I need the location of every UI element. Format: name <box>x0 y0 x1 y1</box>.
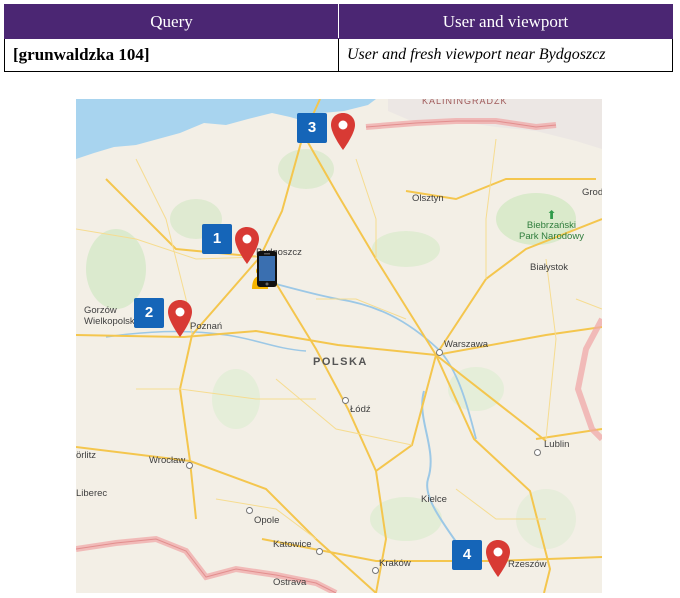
country-label-polska: POLSKA <box>313 356 368 368</box>
marker-badge-4[interactable]: 4 <box>452 540 482 570</box>
city-warszawa: Warszawa <box>444 339 488 350</box>
city-opole: Opole <box>254 515 280 526</box>
city-dot-lodz <box>342 397 349 404</box>
city-kielce: Kielce <box>421 494 447 505</box>
city-lodz: Łódź <box>350 404 371 415</box>
city-dot-lublin <box>534 449 541 456</box>
map-view[interactable]: KALININGRADZK Olsztyn Grod ⬆ Biebrzański… <box>76 99 602 593</box>
city-lublin: Lublin <box>544 439 570 450</box>
map-pin-4-icon[interactable] <box>484 539 512 579</box>
city-krakow: Kraków <box>379 558 411 569</box>
park-label: ⬆ Biebrzański Park Narodowy <box>519 208 584 242</box>
marker-badge-3[interactable]: 3 <box>297 113 327 143</box>
map-base <box>76 99 602 593</box>
query-table: Query User and viewport [grunwaldzka 104… <box>4 4 673 72</box>
city-katowice: Katowice <box>273 539 312 550</box>
map-pin-2-icon[interactable] <box>166 299 194 339</box>
city-dot-krakow <box>372 567 379 574</box>
city-wroclaw: Wrocław <box>149 455 186 466</box>
city-orlitz: örlitz <box>76 450 97 461</box>
city-bialystok: Białystok <box>530 262 569 273</box>
city-dot-wroclaw <box>186 462 193 469</box>
city-dot-warszawa <box>436 349 443 356</box>
city-poznan: Poznań <box>190 321 223 332</box>
header-user-viewport: User and viewport <box>338 4 673 39</box>
city-gorzow: Gorzów Wielkopolski <box>84 305 137 327</box>
city-ostrava: Ostrava <box>273 577 307 588</box>
city-grod: Grod <box>582 187 602 198</box>
border-label-kaliningrad: KALININGRADZK <box>422 99 508 106</box>
city-rzeszow: Rzeszów <box>508 559 547 570</box>
marker-badge-1[interactable]: 1 <box>202 224 232 254</box>
marker-badge-2[interactable]: 2 <box>134 298 164 328</box>
city-dot-opole <box>246 507 253 514</box>
city-liberec: Liberec <box>76 488 108 499</box>
header-query: Query <box>4 4 339 39</box>
map-pin-3-icon[interactable] <box>329 112 357 152</box>
table-row: [grunwaldzka 104] User and fresh viewpor… <box>4 38 673 72</box>
viewport-cell: User and fresh viewport near Bydgoszcz <box>338 38 673 72</box>
phone-with-person-icon <box>252 251 277 289</box>
city-olsztyn: Olsztyn <box>412 193 444 204</box>
query-cell: [grunwaldzka 104] <box>4 38 339 72</box>
city-dot-katowice <box>316 548 323 555</box>
